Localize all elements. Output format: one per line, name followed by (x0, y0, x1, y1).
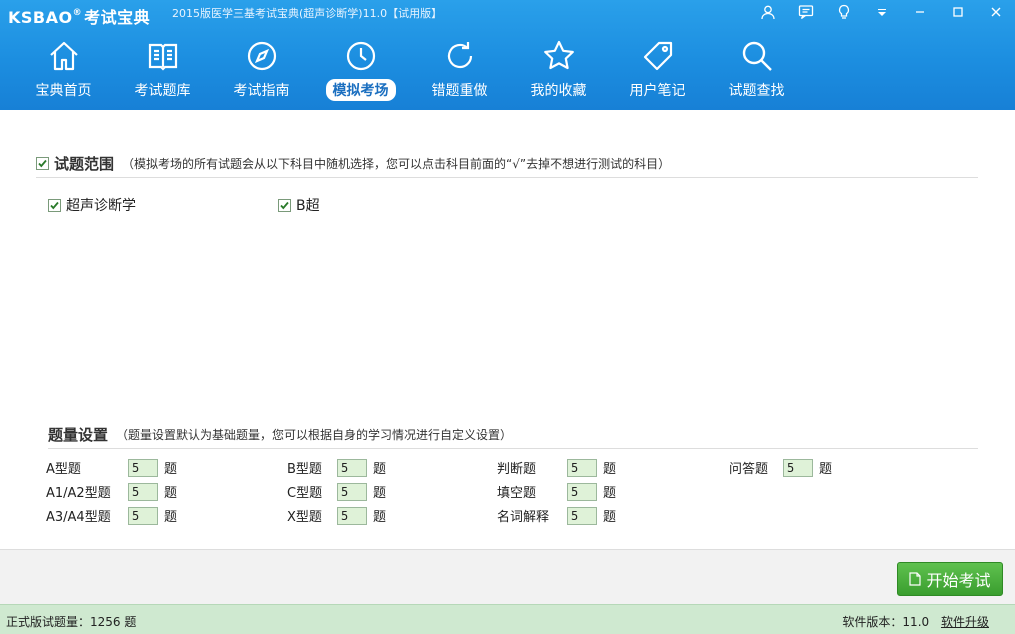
quantity-input[interactable]: 5 (567, 482, 597, 501)
version-info: 软件版本：11.0 软件升级 (842, 613, 989, 630)
scope-note: （模拟考场的所有试题会从以下科目中随机选择，您可以点击科目前面的“√”去掉不想进… (122, 157, 671, 171)
status-bar: 正式版试题量：1256 题 软件版本：11.0 软件升级 (0, 604, 1015, 634)
nav-label: 考试题库 (134, 83, 191, 99)
subject-label: 超声诊断学 (66, 198, 136, 214)
quantity-label: 判断题 (497, 462, 537, 477)
start-exam-label: 开始考试 (926, 571, 991, 590)
quantity-row: X型题 5 题 (287, 506, 386, 525)
start-exam-button[interactable]: 开始考试 (897, 562, 1003, 596)
home-icon (46, 38, 82, 74)
action-bar (0, 549, 1015, 604)
compass-icon (244, 38, 280, 74)
main-nav: 宝典首页 考试题库 考试指南 模拟考场 错题重做 我的收藏 用户笔记 试题查找 (14, 38, 806, 104)
nav-question-bank[interactable]: 考试题库 (113, 38, 212, 104)
quantity-label: 名词解释 (497, 510, 550, 525)
dropdown-icon[interactable] (863, 0, 901, 24)
quantity-suffix: 题 (603, 510, 617, 525)
quantity-row: A3/A4型题 5 题 (46, 506, 177, 525)
nav-label: 用户笔记 (629, 83, 686, 99)
star-icon (541, 38, 577, 74)
quantity-suffix: 题 (164, 462, 178, 477)
nav-home[interactable]: 宝典首页 (14, 38, 113, 104)
nav-label: 我的收藏 (530, 83, 587, 99)
nav-search[interactable]: 试题查找 (707, 38, 806, 104)
subject-item[interactable]: B超 (278, 195, 320, 215)
message-icon[interactable] (787, 0, 825, 24)
quantity-suffix: 题 (373, 510, 387, 525)
scope-header: 试题范围 （模拟考场的所有试题会从以下科目中随机选择，您可以点击科目前面的“√”… (36, 150, 978, 178)
quantity-label: 填空题 (497, 486, 537, 501)
lightbulb-icon[interactable] (825, 0, 863, 24)
upgrade-link[interactable]: 软件升级 (941, 615, 989, 629)
document-icon (909, 572, 922, 586)
quantity-label: B型题 (287, 462, 322, 477)
quantity-input[interactable]: 5 (128, 458, 158, 477)
quantity-input[interactable]: 5 (337, 458, 367, 477)
window-controls (749, 0, 1015, 24)
nav-guide[interactable]: 考试指南 (212, 38, 311, 104)
scope-checkbox[interactable] (36, 157, 49, 170)
subject-label: B超 (296, 198, 320, 214)
quantity-suffix: 题 (819, 462, 833, 477)
quantity-input[interactable]: 5 (128, 482, 158, 501)
quantity-row: 判断题 5 题 (497, 458, 616, 477)
quantity-input[interactable]: 5 (567, 458, 597, 477)
close-icon[interactable] (977, 0, 1015, 24)
clock-icon (343, 38, 379, 74)
quantity-label: A型题 (46, 462, 81, 477)
quantity-input[interactable]: 5 (337, 482, 367, 501)
quantity-input[interactable]: 5 (783, 458, 813, 477)
quantity-suffix: 题 (603, 486, 617, 501)
minimize-icon[interactable] (901, 0, 939, 24)
tag-icon (640, 38, 676, 74)
quantity-suffix: 题 (164, 510, 178, 525)
app-header: KSBAO® 考试宝典 2015版医学三基考试宝典(超声诊断学)11.0【试用版】 (0, 0, 1015, 110)
quantity-row: C型题 5 题 (287, 482, 386, 501)
scope-title: 试题范围 (54, 155, 115, 173)
quantity-suffix: 题 (603, 462, 617, 477)
window-title: 2015版医学三基考试宝典(超声诊断学)11.0【试用版】 (172, 7, 443, 20)
quantity-row: 名词解释 5 题 (497, 506, 616, 525)
quantity-title: 题量设置 (48, 426, 109, 444)
nav-notes[interactable]: 用户笔记 (608, 38, 707, 104)
subject-checkbox[interactable] (48, 198, 61, 212)
quantity-label: X型题 (287, 510, 322, 525)
maximize-icon[interactable] (939, 0, 977, 24)
nav-label: 考试指南 (233, 83, 290, 99)
quantity-suffix: 题 (373, 462, 387, 477)
quantity-row: A1/A2型题 5 题 (46, 482, 177, 501)
quantity-row: A型题 5 题 (46, 458, 177, 477)
question-count: 正式版试题量：1256 题 (6, 615, 137, 629)
version-label: 软件版本：11.0 (842, 615, 930, 629)
quantity-label: C型题 (287, 486, 323, 501)
quantity-label: A3/A4型题 (46, 510, 111, 525)
nav-label: 宝典首页 (35, 83, 92, 99)
nav-label: 试题查找 (728, 83, 785, 99)
quantity-note: （题量设置默认为基础题量，您可以根据自身的学习情况进行自定义设置） (116, 428, 513, 442)
subject-checkbox[interactable] (278, 198, 291, 212)
quantity-suffix: 题 (164, 486, 178, 501)
quantity-row: B型题 5 题 (287, 458, 386, 477)
quantity-input[interactable]: 5 (567, 506, 597, 525)
subject-item[interactable]: 超声诊断学 (48, 195, 136, 215)
nav-mock-exam[interactable]: 模拟考场 (311, 38, 410, 104)
refresh-icon (442, 38, 478, 74)
user-icon[interactable] (749, 0, 787, 24)
book-icon (145, 38, 181, 74)
nav-label: 模拟考场 (325, 79, 396, 101)
quantity-row: 问答题 5 题 (729, 458, 832, 477)
quantity-row: 填空题 5 题 (497, 482, 616, 501)
quantity-input[interactable]: 5 (337, 506, 367, 525)
quantity-label: A1/A2型题 (46, 486, 111, 501)
search-icon (739, 38, 775, 74)
quantity-suffix: 题 (373, 486, 387, 501)
quantity-input[interactable]: 5 (128, 506, 158, 525)
nav-redo-mistakes[interactable]: 错题重做 (410, 38, 509, 104)
logo: KSBAO® 考试宝典 (8, 8, 151, 27)
quantity-header: 题量设置 （题量设置默认为基础题量，您可以根据自身的学习情况进行自定义设置） (48, 421, 978, 449)
quantity-label: 问答题 (729, 462, 769, 477)
nav-favorites[interactable]: 我的收藏 (509, 38, 608, 104)
nav-label: 错题重做 (431, 83, 488, 99)
